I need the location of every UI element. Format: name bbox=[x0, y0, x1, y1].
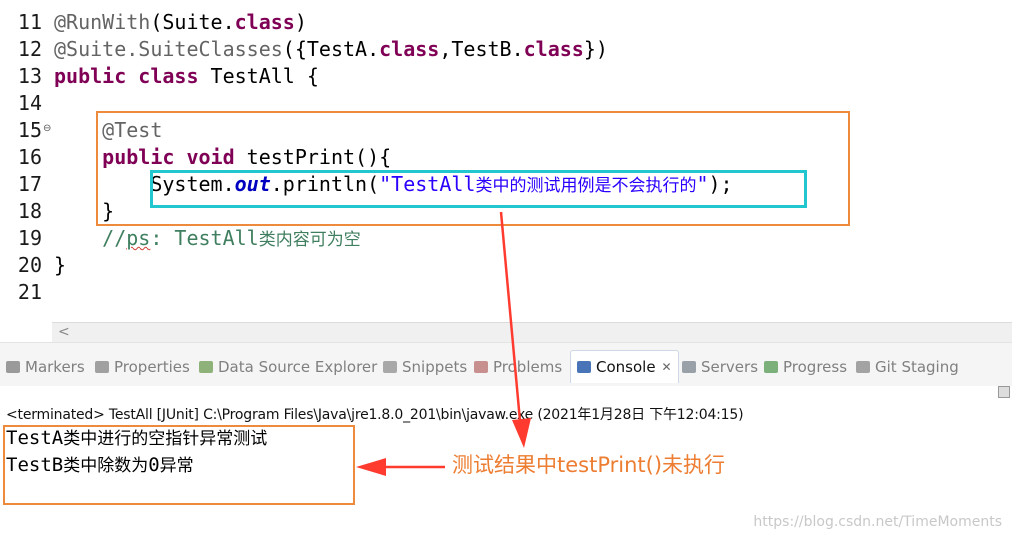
code-text: @RunWith(Suite.class) bbox=[54, 9, 307, 36]
close-icon[interactable]: ✕ bbox=[662, 360, 672, 374]
tab-progress[interactable]: Progress bbox=[764, 352, 847, 382]
code-line[interactable]: 20} bbox=[0, 252, 1012, 279]
code-token: } bbox=[54, 253, 67, 277]
method-highlight-box bbox=[96, 111, 850, 226]
console-output-highlight-box bbox=[3, 425, 355, 505]
line-number: 20 bbox=[17, 253, 42, 277]
line-number: 16 bbox=[17, 145, 42, 169]
views-tab-bar: Markers Properties Data Source Explorer Sni… bbox=[0, 342, 1012, 387]
code-token: ) bbox=[294, 10, 307, 34]
progress-icon bbox=[764, 361, 778, 373]
tab-properties[interactable]: Properties bbox=[95, 352, 190, 382]
scroll-left-arrow-icon[interactable]: < bbox=[58, 324, 70, 340]
fold-toggle-icon[interactable]: ⊖ bbox=[43, 123, 51, 135]
line-number: 14 bbox=[17, 91, 42, 115]
tab-label: Console bbox=[596, 358, 656, 376]
code-token: class bbox=[379, 37, 440, 61]
problems-icon bbox=[474, 361, 488, 373]
line-number: 18 bbox=[17, 199, 42, 223]
tab-data-source-explorer[interactable]: Data Source Explorer bbox=[199, 352, 377, 382]
code-token: }) bbox=[583, 37, 608, 61]
watermark: https://blog.csdn.net/TimeMoments bbox=[753, 514, 1002, 530]
code-token: class bbox=[234, 10, 295, 34]
code-text: //ps: TestAll类内容可为空 bbox=[54, 225, 361, 254]
println-highlight-box bbox=[150, 170, 807, 208]
code-line[interactable]: 19 //ps: TestAll类内容可为空 bbox=[0, 225, 1012, 252]
line-number: 15 bbox=[17, 118, 42, 142]
line-number: 21 bbox=[17, 280, 42, 304]
tab-label: Markers bbox=[25, 358, 85, 376]
markers-icon bbox=[6, 361, 20, 373]
git-staging-icon bbox=[856, 361, 870, 373]
tab-label: Progress bbox=[783, 358, 848, 376]
console-terminated-label: <terminated> TestAll [JUnit] C:\Program … bbox=[6, 407, 744, 423]
code-line[interactable]: 21 bbox=[0, 279, 1012, 306]
code-token: ps bbox=[126, 226, 151, 250]
code-token: class bbox=[523, 37, 584, 61]
code-line[interactable]: 13 public class TestAll { bbox=[0, 63, 1012, 90]
code-token: @Suite.SuiteClasses bbox=[54, 37, 283, 61]
code-text: public class TestAll { bbox=[54, 63, 319, 90]
tab-label: Snippets bbox=[402, 358, 468, 376]
code-token: class bbox=[138, 64, 199, 88]
tab-problems[interactable]: Problems bbox=[474, 352, 562, 382]
code-token: // bbox=[54, 226, 127, 250]
tab-servers[interactable]: Servers bbox=[682, 352, 758, 382]
line-number: 19 bbox=[17, 226, 42, 250]
code-text: } bbox=[54, 252, 66, 279]
line-number: 12 bbox=[17, 37, 42, 61]
tab-label: Servers bbox=[701, 358, 759, 376]
tab-snippets[interactable]: Snippets bbox=[383, 352, 467, 382]
tab-markers[interactable]: Markers bbox=[6, 352, 85, 382]
tab-label: Data Source Explorer bbox=[218, 358, 378, 376]
line-number: 11 bbox=[17, 10, 42, 34]
line-number: 17 bbox=[17, 172, 42, 196]
code-token: @RunWith bbox=[54, 10, 151, 34]
code-token: (Suite. bbox=[150, 10, 235, 34]
console-menu-icon[interactable] bbox=[998, 386, 1010, 398]
horizontal-scrollbar[interactable]: < bbox=[52, 322, 1012, 343]
properties-icon bbox=[95, 361, 109, 373]
tab-console[interactable]: Console ✕ bbox=[570, 350, 679, 383]
code-line[interactable]: 11 @RunWith(Suite.class) bbox=[0, 9, 1012, 36]
code-token: ({TestA. bbox=[282, 37, 380, 61]
code-token: ,TestB. bbox=[439, 37, 524, 61]
tab-git-staging[interactable]: Git Staging bbox=[856, 352, 959, 382]
code-text: @Suite.SuiteClasses({TestA.class,TestB.c… bbox=[54, 36, 608, 63]
tab-label: Problems bbox=[493, 358, 563, 376]
editor-corner bbox=[0, 322, 52, 342]
code-token: 类内容可为空 bbox=[259, 226, 361, 250]
tab-label: Properties bbox=[114, 358, 190, 376]
code-token: public bbox=[54, 64, 127, 88]
code-token: 类内容可为空 bbox=[258, 230, 361, 250]
tab-label: Git Staging bbox=[875, 358, 959, 376]
console-icon bbox=[577, 361, 591, 373]
data-source-icon bbox=[199, 361, 213, 373]
snippets-icon bbox=[383, 361, 397, 373]
code-token: TestAll { bbox=[198, 64, 319, 88]
code-line[interactable]: 12 @Suite.SuiteClasses({TestA.class,TestB… bbox=[0, 36, 1012, 63]
line-number: 13 bbox=[17, 64, 42, 88]
servers-icon bbox=[682, 361, 696, 373]
code-token: : TestAll bbox=[150, 226, 259, 250]
annotation-note: 测试结果中testPrint()未执行 bbox=[452, 453, 726, 477]
